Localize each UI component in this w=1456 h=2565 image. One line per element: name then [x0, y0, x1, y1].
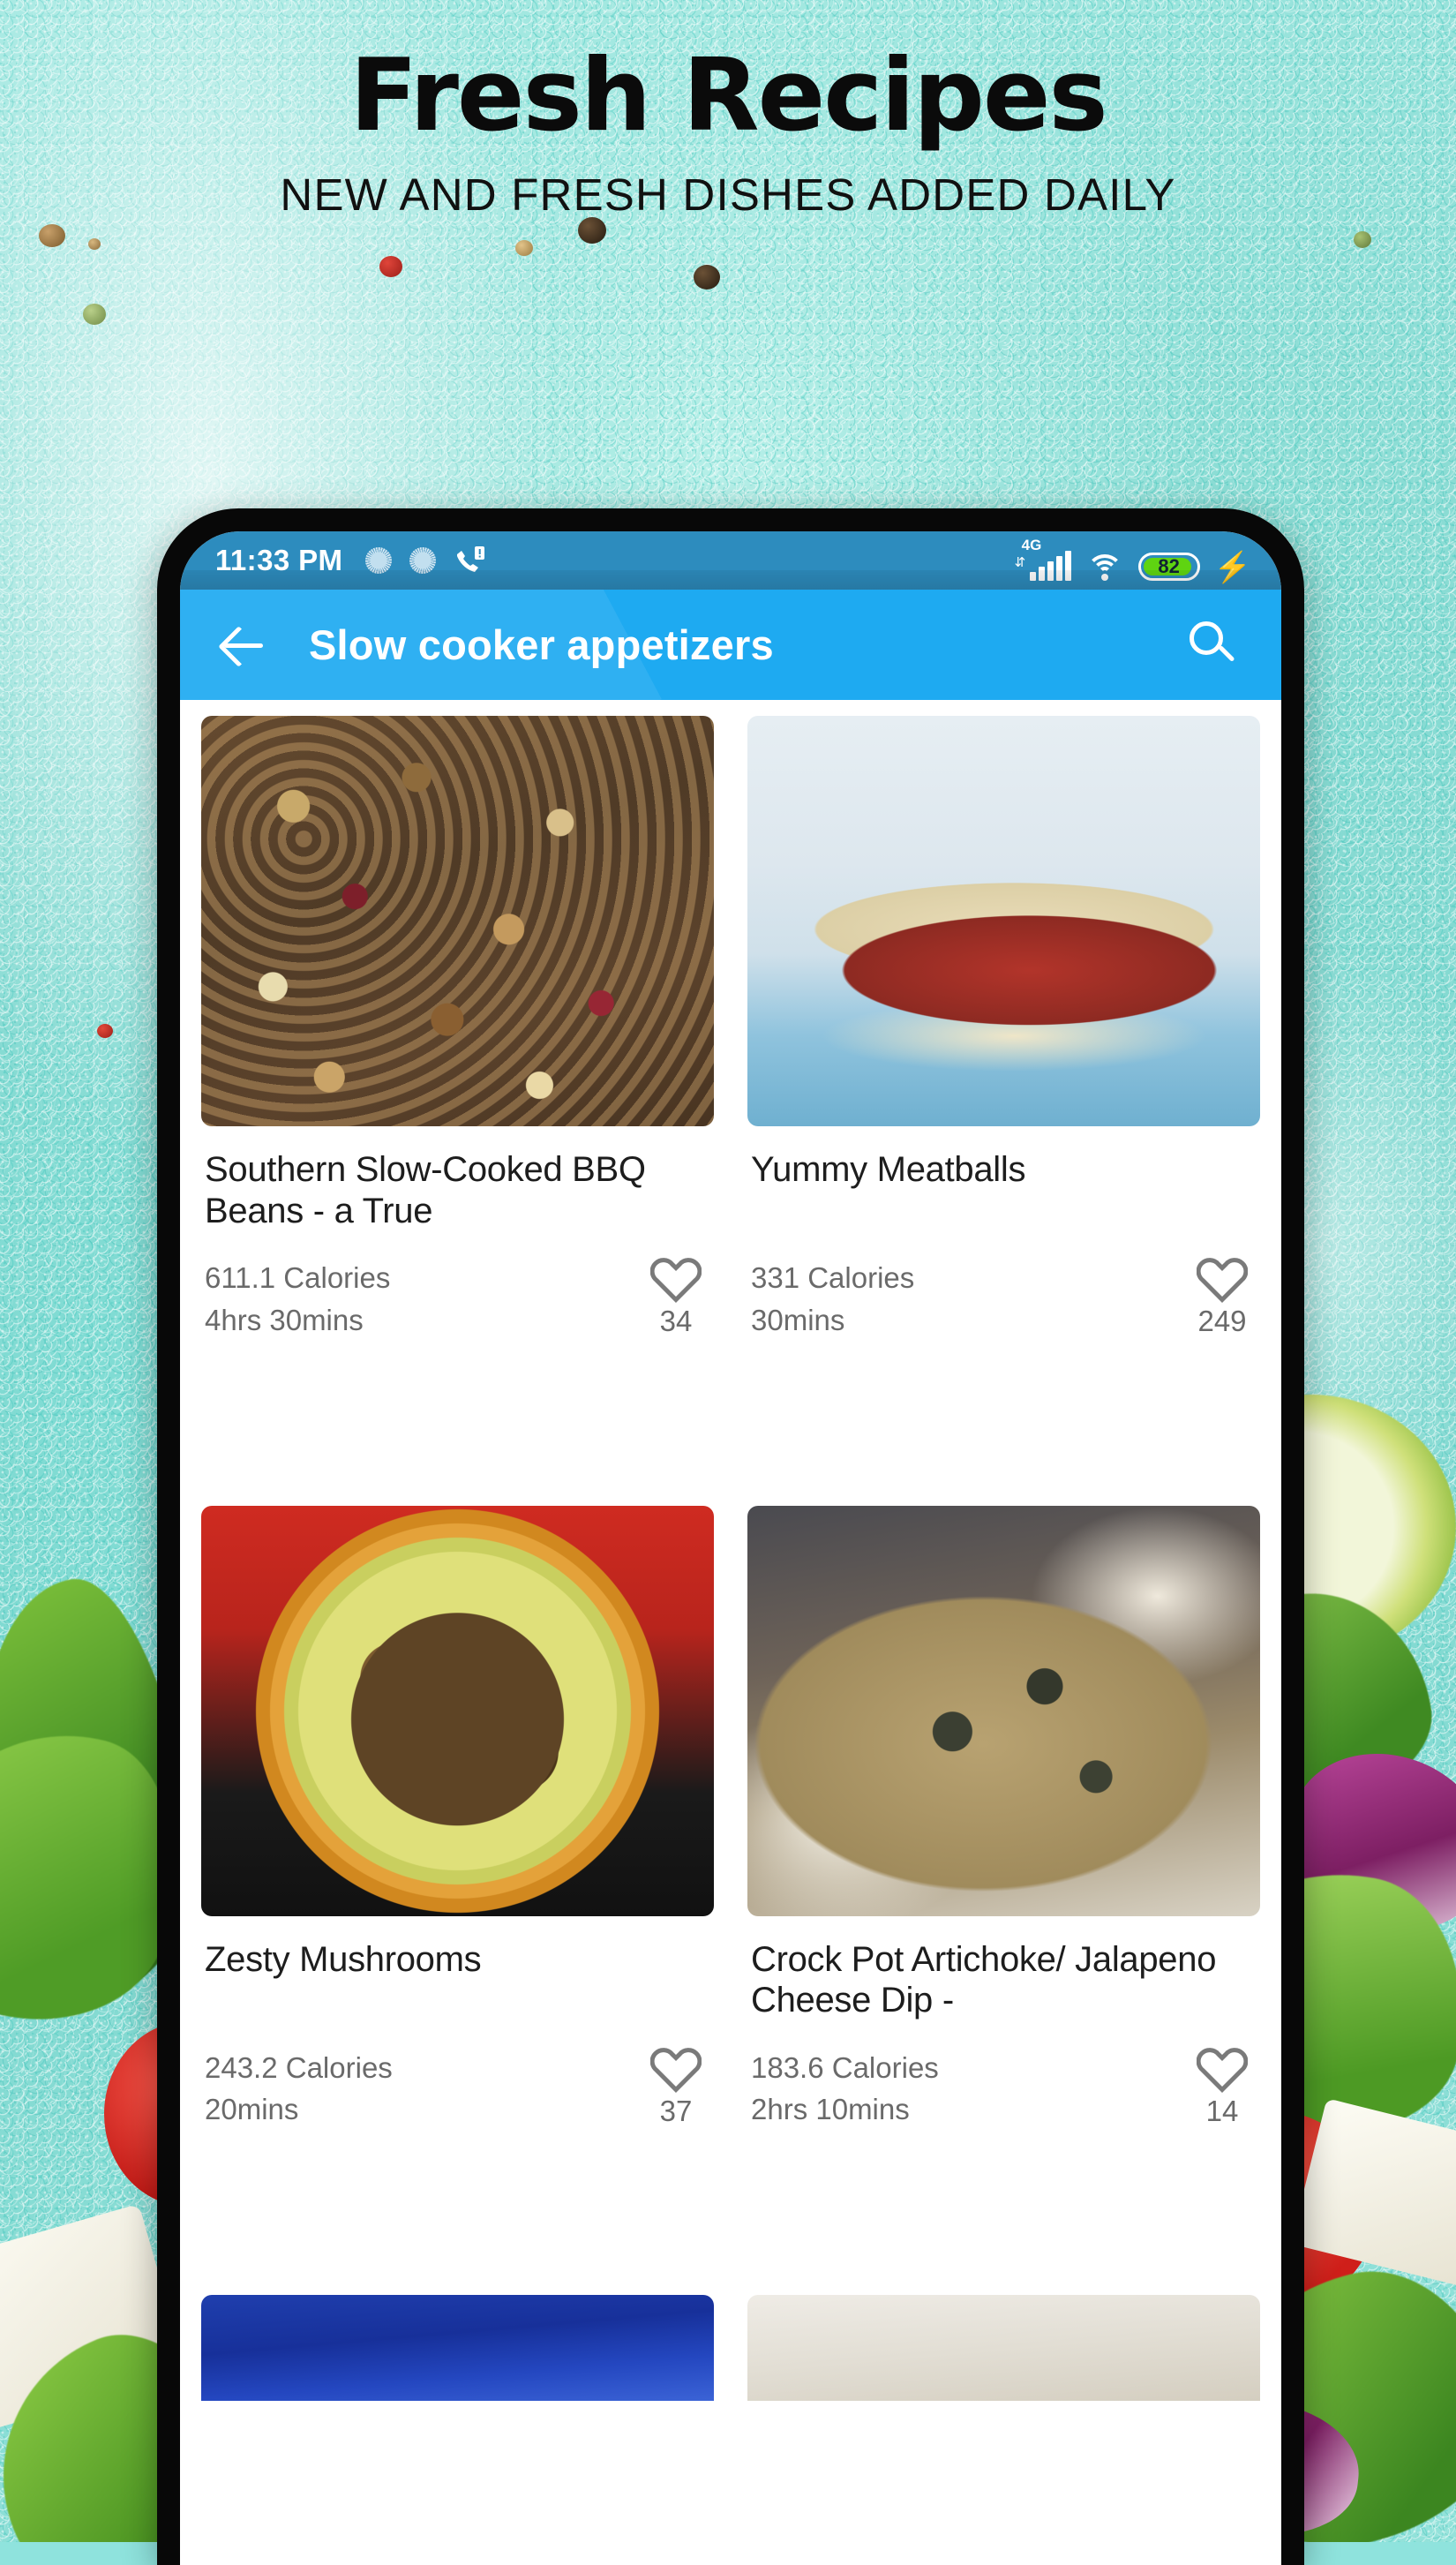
recipe-card[interactable]: Crock Pot Artichoke/ Jalapeno Cheese Dip… — [739, 1505, 1269, 2296]
peppercorn-icon — [578, 217, 606, 244]
peppercorn-icon — [694, 265, 720, 290]
charging-bolt-icon: ⚡ — [1213, 551, 1251, 584]
promo-headings: Fresh Recipes NEW AND FRESH DISHES ADDED… — [0, 0, 1456, 221]
recipe-calories: 243.2 Calories — [205, 2050, 393, 2084]
heart-icon[interactable] — [1197, 1257, 1248, 1303]
recipe-footer: 611.1 Calories 4hrs 30mins 34 — [205, 1257, 710, 1342]
recipe-card[interactable] — [192, 2295, 723, 2565]
recipe-stats: 331 Calories 30mins — [751, 1257, 914, 1342]
recipe-calories: 331 Calories — [751, 1261, 915, 1294]
recipe-thumbnail[interactable] — [747, 1505, 1260, 1916]
network-type-label: 4G — [1021, 537, 1042, 553]
recipe-footer: 183.6 Calories 2hrs 10mins 14 — [751, 2047, 1257, 2132]
recipe-card[interactable]: Zesty Mushrooms 243.2 Calories 20mins 37 — [192, 1505, 723, 2296]
recipe-stats: 183.6 Calories 2hrs 10mins — [751, 2047, 939, 2132]
battery-percent-label: 82 — [1158, 555, 1180, 577]
peppercorn-icon — [515, 240, 533, 256]
status-bar-clock: 11:33 PM — [215, 544, 343, 576]
recipe-thumbnail[interactable] — [201, 2295, 714, 2402]
favorite-count: 249 — [1197, 1305, 1247, 1337]
recipe-title: Crock Pot Artichoke/ Jalapeno Cheese Dip… — [751, 1939, 1217, 2020]
recipe-card[interactable] — [739, 2295, 1269, 2565]
recipe-time: 30mins — [751, 1303, 845, 1336]
recipe-footer: 243.2 Calories 20mins 37 — [205, 2047, 710, 2132]
recipe-thumbnail[interactable] — [201, 716, 714, 1126]
page-subtitle: NEW AND FRESH DISHES ADDED DAILY — [280, 169, 1176, 220]
favorite-count: 37 — [659, 2094, 693, 2127]
peppercorn-icon — [97, 1024, 113, 1038]
peppercorn-icon — [379, 256, 402, 277]
recipe-time: 4hrs 30mins — [205, 1303, 364, 1336]
recipe-meta: Crock Pot Artichoke/ Jalapeno Cheese Dip… — [747, 1916, 1260, 2132]
sync-circle-icon — [365, 547, 393, 574]
peppercorn-icon — [1354, 231, 1371, 248]
recipe-stats: 611.1 Calories 4hrs 30mins — [205, 1257, 390, 1342]
peppercorn-icon — [39, 224, 65, 247]
recipe-time: 20mins — [205, 2093, 299, 2126]
favorite-control[interactable]: 14 — [1197, 2047, 1257, 2128]
wifi-icon — [1085, 553, 1124, 581]
app-bar: Slow cooker appetizers — [180, 590, 1281, 700]
heart-icon[interactable] — [1197, 2047, 1248, 2093]
recipe-title: Yummy Meatballs — [751, 1150, 1026, 1189]
favorite-control[interactable]: 37 — [650, 2047, 710, 2128]
recipe-time: 2hrs 10mins — [751, 2093, 910, 2126]
app-bar-title: Slow cooker appetizers — [309, 621, 774, 668]
missed-call-icon — [457, 546, 485, 572]
data-transfer-icon: ⇵ — [1014, 555, 1026, 570]
recipe-title: Zesty Mushrooms — [205, 1939, 482, 1979]
status-bar: 11:33 PM 4G ⇵ 82 ⚡ — [180, 531, 1281, 590]
recipe-title: Southern Slow-Cooked BBQ Beans - a True — [205, 1150, 646, 1230]
status-bar-left-icons — [365, 545, 485, 575]
recipe-card[interactable]: Southern Slow-Cooked BBQ Beans - a True … — [192, 716, 723, 1506]
phone-screen: 11:33 PM 4G ⇵ 82 ⚡ Slow cooker appetizer… — [180, 531, 1281, 2565]
recipe-stats: 243.2 Calories 20mins — [205, 2047, 393, 2132]
peppercorn-icon — [88, 238, 101, 250]
sync-circle-icon — [409, 547, 437, 574]
signal-bars-icon: 4G ⇵ — [1014, 537, 1071, 581]
favorite-control[interactable]: 249 — [1197, 1257, 1257, 1338]
recipe-thumbnail[interactable] — [747, 2295, 1260, 2402]
peppercorn-icon — [83, 304, 106, 325]
search-icon[interactable] — [1188, 620, 1239, 671]
recipe-calories: 611.1 Calories — [205, 1261, 391, 1294]
battery-icon: 82 — [1137, 553, 1200, 581]
recipe-grid: Southern Slow-Cooked BBQ Beans - a True … — [180, 700, 1281, 2565]
favorite-control[interactable]: 34 — [650, 1257, 710, 1338]
favorite-count: 34 — [659, 1305, 693, 1337]
recipe-meta: Yummy Meatballs 331 Calories 30mins 249 — [747, 1126, 1260, 1342]
page-title: Fresh Recipes — [349, 37, 1108, 154]
favorite-count: 14 — [1205, 2094, 1239, 2127]
recipe-thumbnail[interactable] — [747, 716, 1260, 1126]
recipe-footer: 331 Calories 30mins 249 — [751, 1257, 1257, 1342]
recipe-meta: Zesty Mushrooms 243.2 Calories 20mins 37 — [201, 1916, 714, 2132]
back-arrow-icon[interactable] — [219, 621, 268, 670]
status-bar-right-icons: 4G ⇵ 82 ⚡ — [1014, 537, 1251, 584]
heart-icon[interactable] — [650, 2047, 702, 2093]
phone-mockup: 11:33 PM 4G ⇵ 82 ⚡ Slow cooker appetizer… — [157, 508, 1304, 2565]
recipe-calories: 183.6 Calories — [751, 2050, 939, 2084]
recipe-thumbnail[interactable] — [201, 1505, 714, 1916]
recipe-card[interactable]: Yummy Meatballs 331 Calories 30mins 249 — [739, 716, 1269, 1506]
heart-icon[interactable] — [650, 1257, 702, 1303]
recipe-meta: Southern Slow-Cooked BBQ Beans - a True … — [201, 1126, 714, 1342]
